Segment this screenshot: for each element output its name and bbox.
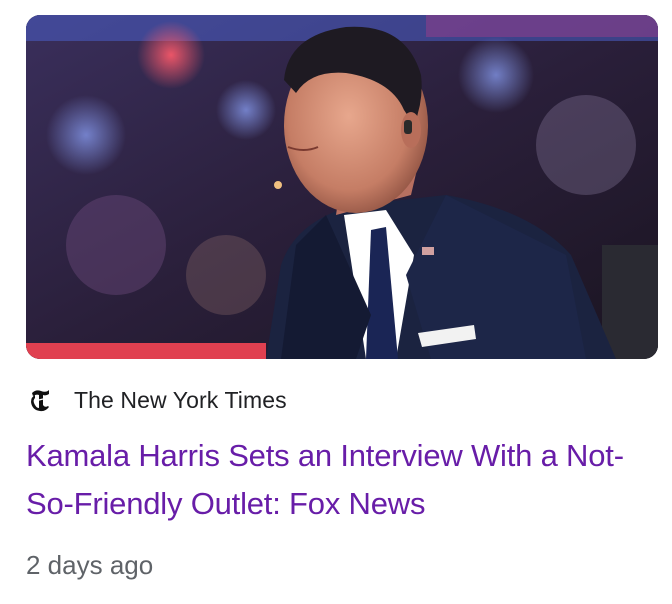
article-timestamp: 2 days ago bbox=[26, 550, 154, 580]
nyt-logo-icon bbox=[26, 386, 54, 414]
article-headline-link[interactable]: Kamala Harris Sets an Interview With a N… bbox=[26, 432, 666, 528]
source-name: The New York Times bbox=[74, 386, 287, 413]
article-thumbnail[interactable] bbox=[26, 15, 658, 359]
source-row: The New York Times bbox=[26, 384, 287, 416]
news-anchor-photo-icon bbox=[26, 15, 658, 359]
news-result-card[interactable]: The New York Times Kamala Harris Sets an… bbox=[0, 0, 672, 604]
